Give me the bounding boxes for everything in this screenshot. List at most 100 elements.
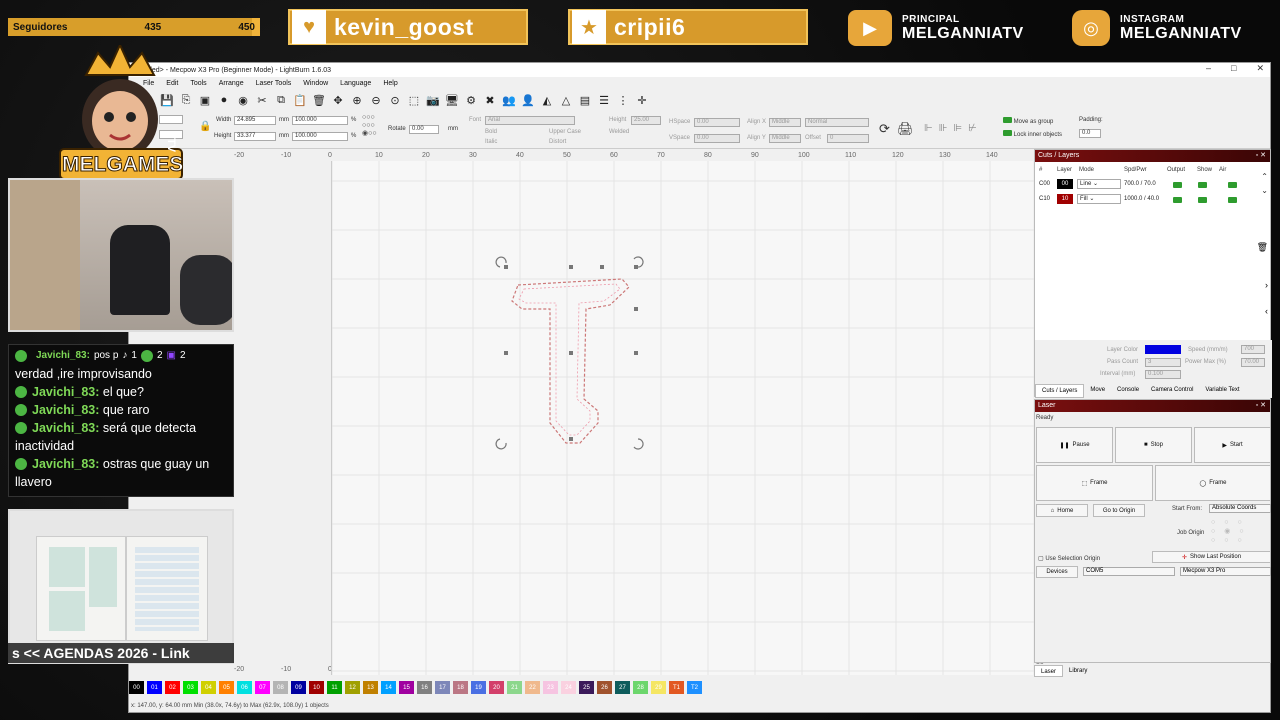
palette-swatch-24[interactable]: 24 xyxy=(561,681,576,694)
cuts-row[interactable]: C00 00 Line ⌄ 700.0 / 70.0 xyxy=(1035,178,1255,191)
delete-icon[interactable]: 🗑 xyxy=(311,92,327,108)
palette-swatch-18[interactable]: 18 xyxy=(453,681,468,694)
palette-swatch-13[interactable]: 13 xyxy=(363,681,378,694)
palette-swatch-25[interactable]: 25 xyxy=(579,681,594,694)
close-icon[interactable]: ✕ xyxy=(1256,63,1264,74)
home-button[interactable]: ⌂ Home xyxy=(1036,504,1088,517)
select-frame-icon[interactable]: ⬚ xyxy=(406,92,422,108)
camera-icon[interactable]: 📷 xyxy=(425,92,441,108)
device-select[interactable]: Mecpow X3 Pro xyxy=(1180,567,1271,576)
show-last-position-button[interactable]: ✛ Show Last Position xyxy=(1152,551,1271,563)
port-select[interactable]: COM5 xyxy=(1083,567,1175,576)
cut-icon[interactable]: ✂ xyxy=(254,92,270,108)
users-icon[interactable]: 👥 xyxy=(501,92,517,108)
start-button[interactable]: ▶ Start xyxy=(1194,427,1271,463)
palette-swatch-17[interactable]: 17 xyxy=(435,681,450,694)
pause-button[interactable]: ❚❚ Pause xyxy=(1036,427,1113,463)
tab-laser[interactable]: Laser xyxy=(1034,665,1064,677)
text-height-input[interactable]: 25.00 xyxy=(631,116,661,125)
palette-swatch-11[interactable]: 11 xyxy=(327,681,342,694)
layer-move-arrows[interactable]: ⌃ ⌄ xyxy=(1261,170,1268,198)
anchor-grid[interactable]: ○○○ ○○○ ◉○○ xyxy=(362,114,377,138)
pass-input[interactable]: 3 xyxy=(1145,358,1181,367)
palette-swatch-26[interactable]: 26 xyxy=(597,681,612,694)
tab-move[interactable]: Move xyxy=(1084,384,1111,398)
person-icon[interactable]: 👤 xyxy=(520,92,536,108)
boolean-icon[interactable]: ⟳ xyxy=(879,121,890,137)
distort-check[interactable]: Distort xyxy=(549,139,566,145)
menu-arrange[interactable]: Arrange xyxy=(219,80,244,87)
frame-circle-button[interactable]: ◯ Frame xyxy=(1155,465,1271,501)
menu-window[interactable]: Window xyxy=(303,80,328,87)
paste-icon[interactable]: 📋 xyxy=(292,92,308,108)
palette-swatch-19[interactable]: 19 xyxy=(471,681,486,694)
maximize-icon[interactable]: □ xyxy=(1231,63,1236,74)
text-mode-select[interactable]: Normal xyxy=(805,118,869,127)
pan-icon[interactable]: ✥ xyxy=(330,92,346,108)
palette-swatch-14[interactable]: 14 xyxy=(381,681,396,694)
settings-icon[interactable]: ⚙ xyxy=(463,92,479,108)
palette-swatch-01[interactable]: 01 xyxy=(147,681,162,694)
zoom-in-icon[interactable]: ⊕ xyxy=(349,92,365,108)
tab-variable-text[interactable]: Variable Text xyxy=(1199,384,1245,398)
printer-icon[interactable]: 🖨 xyxy=(897,121,914,137)
move-as-group-check[interactable]: Move as group xyxy=(1003,117,1053,125)
lock-inner-check[interactable]: Lock inner objects xyxy=(1003,130,1062,138)
align-tools-icon[interactable]: ⊩⊪⊫⊬ xyxy=(924,123,983,134)
italic-check[interactable]: Italic xyxy=(485,139,497,145)
use-selection-origin-check[interactable]: ▢ Use Selection Origin xyxy=(1038,555,1100,562)
palette-swatch-22[interactable]: 22 xyxy=(525,681,540,694)
palette-swatch-27[interactable]: 27 xyxy=(615,681,630,694)
palette-swatch-08[interactable]: 08 xyxy=(273,681,288,694)
start-from-select[interactable]: Absolute Coords xyxy=(1209,504,1271,513)
align-icon[interactable]: ▤ xyxy=(577,92,593,108)
tab-console[interactable]: Console xyxy=(1111,384,1145,398)
devices-button[interactable]: Devices xyxy=(1036,566,1078,578)
palette-swatch-T1[interactable]: T1 xyxy=(669,681,684,694)
flip-v-icon[interactable]: △ xyxy=(558,92,574,108)
flip-h-icon[interactable]: ◭ xyxy=(539,92,555,108)
gear-round-icon[interactable]: ◉ xyxy=(235,92,251,108)
design-canvas[interactable] xyxy=(331,161,1038,675)
circle-icon[interactable]: ● xyxy=(216,92,232,108)
palette-swatch-04[interactable]: 04 xyxy=(201,681,216,694)
copy-icon[interactable]: ⧉ xyxy=(273,92,289,108)
hspace-input[interactable]: 0.00 xyxy=(694,118,740,127)
cuts-row[interactable]: C10 10 Fill ⌄ 1000.0 / 40.0 xyxy=(1035,193,1255,206)
trash-icon[interactable]: 🗑 xyxy=(1257,242,1268,253)
tools-icon[interactable]: ✖ xyxy=(482,92,498,108)
rotate-input[interactable]: 0.00 xyxy=(409,125,439,134)
tab-camera-control[interactable]: Camera Control xyxy=(1145,384,1199,398)
font-select[interactable]: Arial xyxy=(485,116,575,125)
palette-swatch-20[interactable]: 20 xyxy=(489,681,504,694)
frame-rect-button[interactable]: ⬚ Frame xyxy=(1036,465,1153,501)
power-input[interactable]: 70.00 xyxy=(1241,358,1265,367)
stop-button[interactable]: ■ Stop xyxy=(1115,427,1192,463)
height-percent-input[interactable]: 100.000 xyxy=(292,132,348,141)
palette-swatch-05[interactable]: 05 xyxy=(219,681,234,694)
speed-input[interactable]: 700 xyxy=(1241,345,1265,354)
palette-swatch-16[interactable]: 16 xyxy=(417,681,432,694)
vspace-input[interactable]: 0.00 xyxy=(694,134,740,143)
palette-swatch-28[interactable]: 28 xyxy=(633,681,648,694)
palette-swatch-12[interactable]: 12 xyxy=(345,681,360,694)
menu-tools[interactable]: Tools xyxy=(190,80,206,87)
go-to-origin-button[interactable]: Go to Origin xyxy=(1093,504,1145,517)
tab-cuts-layers[interactable]: Cuts / Layers xyxy=(1035,384,1085,398)
palette-swatch-00[interactable]: 00 xyxy=(129,681,144,694)
width-percent-input[interactable]: 100.000 xyxy=(292,116,348,125)
zoom-fit-icon[interactable]: ⊙ xyxy=(387,92,403,108)
width-input[interactable]: 24.895 xyxy=(234,116,276,125)
palette-swatch-23[interactable]: 23 xyxy=(543,681,558,694)
letter-t-shape[interactable] xyxy=(511,278,630,444)
palette-swatch-29[interactable]: 29 xyxy=(651,681,666,694)
welded-check[interactable]: Welded xyxy=(609,129,629,135)
palette-swatch-T2[interactable]: T2 xyxy=(687,681,702,694)
interval-input[interactable]: 0.100 xyxy=(1145,370,1181,379)
tab-library[interactable]: Library xyxy=(1063,665,1093,677)
height-input[interactable]: 33.377 xyxy=(234,132,276,141)
layer-nav-arrows[interactable]: › ‹ xyxy=(1265,272,1268,324)
menu-help[interactable]: Help xyxy=(383,80,397,87)
palette-swatch-10[interactable]: 10 xyxy=(309,681,324,694)
palette-swatch-02[interactable]: 02 xyxy=(165,681,180,694)
